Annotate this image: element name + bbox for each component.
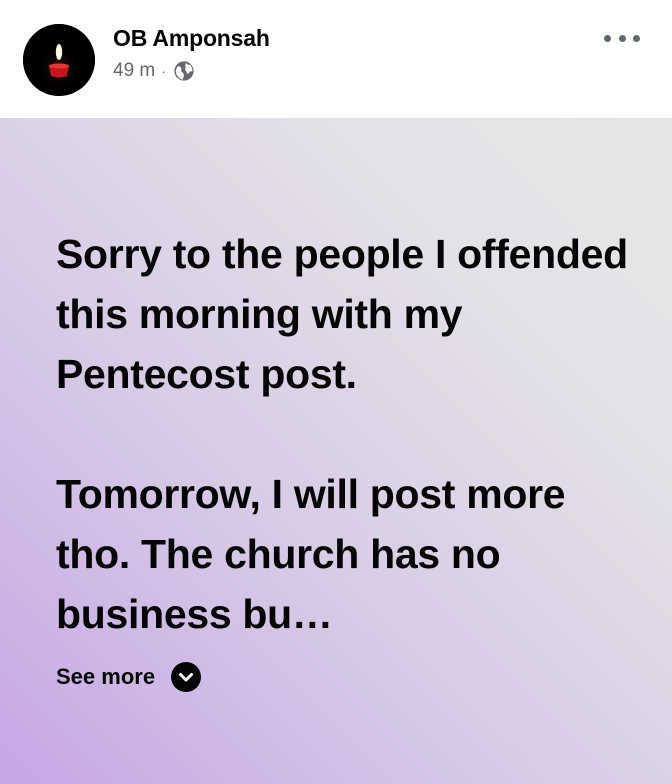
post-body-background[interactable]: Sorry to the people I offended this morn… <box>0 118 672 784</box>
more-horizontal-icon <box>604 34 611 42</box>
post-paragraph: Tomorrow, I will post more tho. The chur… <box>56 471 566 637</box>
meta-separator: · <box>161 63 166 79</box>
author-avatar[interactable] <box>23 24 95 96</box>
post-header: OB Amponsah 49 m · <box>0 0 672 118</box>
candle-avatar-icon <box>23 24 95 96</box>
more-options-button[interactable] <box>604 26 640 50</box>
more-horizontal-icon-dot <box>618 34 626 42</box>
chevron-down-icon <box>171 662 202 692</box>
see-more-label: See more <box>56 664 156 689</box>
see-more-button[interactable]: See more <box>56 662 202 692</box>
post-text: Sorry to the people I offended this morn… <box>56 224 646 644</box>
globe-icon[interactable] <box>173 60 195 82</box>
author-name[interactable]: OB Amponsah <box>113 24 270 52</box>
more-horizontal-icon-dot <box>633 34 640 42</box>
post-meta: 49 m · <box>113 58 195 84</box>
post-paragraph: Sorry to the people I offended this morn… <box>56 231 628 397</box>
post-timestamp[interactable]: 49 m <box>113 60 155 82</box>
post-card: OB Amponsah 49 m · Sorry to the people I… <box>0 0 672 784</box>
